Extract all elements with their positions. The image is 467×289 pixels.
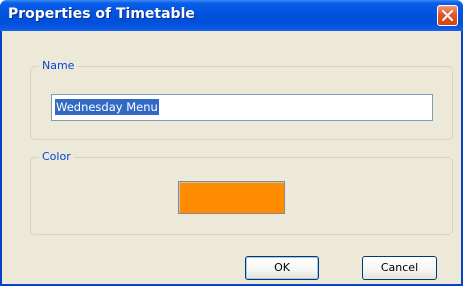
ok-button[interactable]: OK [245, 256, 319, 280]
name-input-value: Wednesday Menu [55, 99, 159, 115]
cancel-button[interactable]: Cancel [362, 256, 437, 280]
name-group-label: Name [39, 59, 78, 73]
title-bar[interactable]: Properties of Timetable [0, 0, 463, 31]
color-swatch-button[interactable] [178, 181, 285, 214]
name-input[interactable]: Wednesday Menu [51, 94, 433, 121]
color-group: Color [30, 150, 453, 235]
name-group: Name Wednesday Menu [30, 59, 453, 140]
close-button[interactable] [437, 5, 458, 26]
dialog-title: Properties of Timetable [8, 6, 195, 22]
color-group-label: Color [39, 150, 74, 164]
close-icon [442, 10, 453, 21]
properties-dialog: Properties of Timetable Name Wednesday M… [0, 0, 463, 286]
